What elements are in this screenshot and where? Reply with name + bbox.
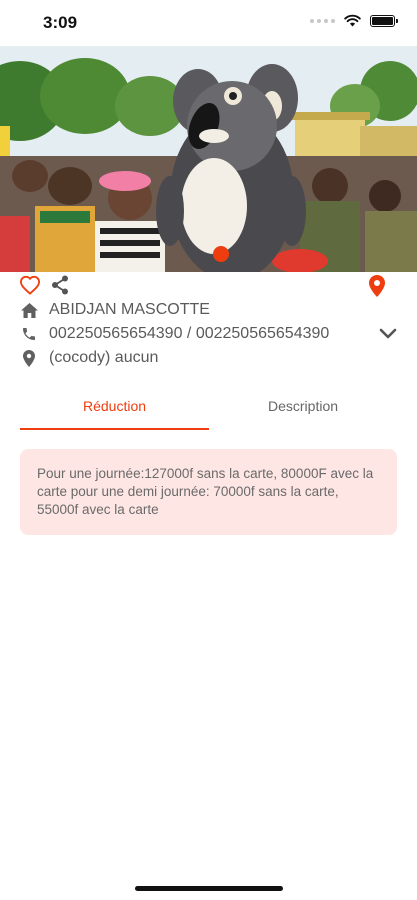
- listing-name-row: ABIDJAN MASCOTTE: [20, 301, 210, 319]
- status-icons: [310, 14, 398, 27]
- heart-outline-icon[interactable]: [19, 275, 41, 295]
- gallery-pager-dot[interactable]: [213, 246, 229, 262]
- location-pin-icon: [20, 349, 38, 367]
- mascot-photo-illustration: [0, 46, 417, 272]
- phone-icon: [20, 325, 38, 343]
- battery-icon: [370, 14, 398, 27]
- listing-phone[interactable]: 002250565654390 / 002250565654390: [49, 325, 329, 343]
- listing-location-row: (cocody) aucun: [20, 349, 158, 367]
- action-row: [0, 275, 417, 299]
- listing-location: (cocody) aucun: [49, 349, 159, 366]
- wifi-icon: [344, 14, 361, 27]
- map-pin-icon[interactable]: [369, 275, 385, 297]
- listing-name: ABIDJAN MASCOTTE: [49, 301, 210, 318]
- reduction-note: Pour une journée:127000f sans la carte, …: [20, 449, 397, 535]
- chevron-down-icon[interactable]: [379, 327, 397, 345]
- status-bar: 3:09: [0, 0, 417, 46]
- tab-bar: Réduction Description: [20, 392, 397, 430]
- home-icon: [20, 301, 38, 319]
- tab-description[interactable]: Description: [209, 392, 397, 430]
- share-icon[interactable]: [51, 275, 69, 295]
- tab-reduction[interactable]: Réduction: [20, 392, 209, 430]
- listing-phone-row[interactable]: 002250565654390 / 002250565654390: [20, 325, 329, 343]
- listing-photo[interactable]: [0, 46, 417, 272]
- status-time: 3:09: [43, 13, 78, 32]
- signal-icon: [310, 18, 335, 23]
- home-indicator[interactable]: [135, 886, 283, 891]
